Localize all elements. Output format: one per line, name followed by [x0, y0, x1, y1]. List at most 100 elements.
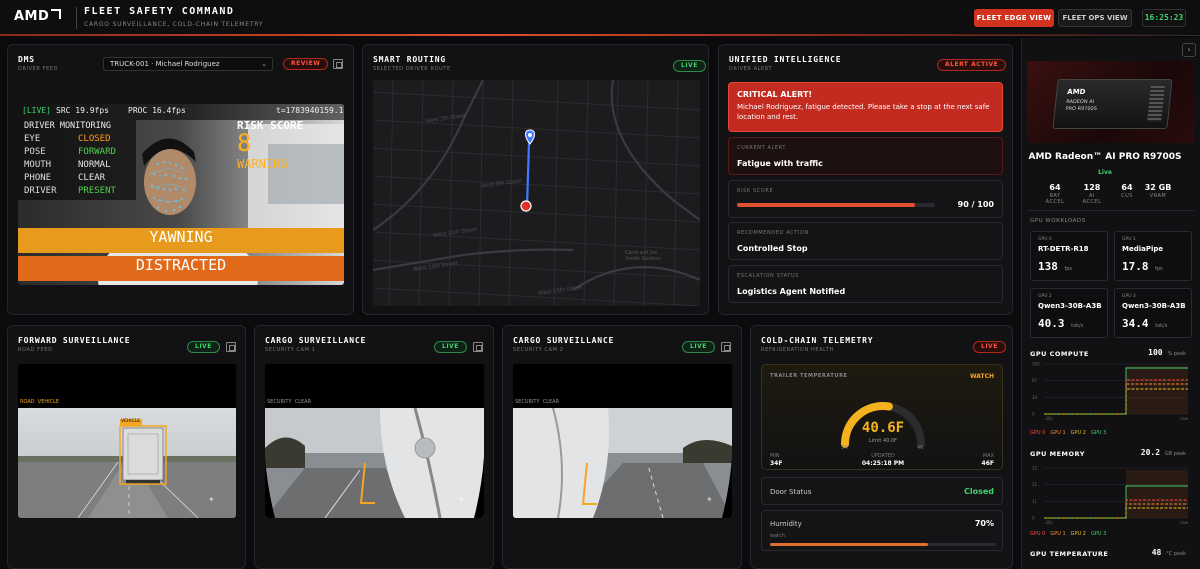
gpu-compute-legend: GPU 0 GPU 1 GPU 2 GPU 3 [1030, 430, 1111, 436]
dms-video-feed: [LIVE] SRC 19.9fps PROC 16.4fps t=178394… [18, 104, 344, 285]
svg-text:✦: ✦ [458, 495, 465, 504]
chart-active-area [1126, 470, 1188, 518]
workload-value: 34.4 tok/s [1122, 317, 1168, 330]
chart-tick-label: 33 [1032, 395, 1038, 400]
trailer-temp-limit: Limit 40.0F [869, 438, 897, 444]
cargo2-live-badge: LIVE [682, 341, 715, 353]
gpu-status: Live [1098, 169, 1112, 176]
driver-select[interactable]: TRUCK-001 · Michael Rodriguez ⌄ [103, 57, 273, 71]
card-fin-detail [1147, 86, 1165, 122]
chart-tick-label: 21 [1032, 482, 1038, 487]
chart-axis-start: -30s [1044, 416, 1053, 420]
cargo2-subtitle: SECURITY CAM 2 [513, 347, 564, 353]
recommended-action-value: Controlled Stop [737, 244, 808, 253]
src-fps: SRC 19.9fps [56, 106, 109, 115]
alert-active-badge: ALERT ACTIVE [937, 59, 1007, 71]
gpu-stat-label: RAY ACCEL [1045, 193, 1065, 205]
map-canvas [373, 80, 700, 306]
cargo1-tags: SECURITY CLEAR [267, 399, 312, 405]
review-badge[interactable]: REVIEW [283, 58, 329, 70]
humidity-bar-track [770, 543, 996, 546]
expand-icon[interactable] [473, 342, 483, 352]
gpu-card-image: AMD RADEON AI PRO R9700S [1052, 79, 1173, 129]
frame-timestamp: t=1783940159.1 [276, 106, 344, 115]
fleet-edge-view-button[interactable]: FLEET EDGE VIEW [974, 9, 1054, 27]
vehicle-box-label: VEHICLE [121, 419, 141, 424]
sidebar-collapse-button[interactable]: › [1182, 43, 1196, 57]
monitoring-value: PRESENT [78, 186, 116, 196]
legend-item: GPU 2 [1070, 531, 1086, 537]
humidity-value: 70% [974, 519, 994, 528]
max-label: MAX [982, 453, 994, 459]
workload-gpu: GPU 1 [1122, 237, 1136, 242]
header-accent-line [0, 34, 1200, 36]
escalation-status-value: Logistics Agent Notified [737, 287, 846, 296]
monitoring-key: MOUTH [24, 160, 52, 170]
fleet-ops-view-button[interactable]: FLEET OPS VIEW [1058, 9, 1132, 27]
chart-tick-label: 0 [1032, 516, 1035, 521]
cargo2-title: CARGO SURVEILLANCE [513, 336, 615, 345]
gpu-workload-card[interactable]: GPU 3 Qwen3-30B-A3B 34.4 tok/s [1114, 288, 1192, 338]
forward-title: FORWARD SURVEILLANCE [18, 336, 131, 345]
forward-subtitle: ROAD FEED [18, 347, 53, 353]
recommended-action-box: RECOMMENDED ACTION Controlled Stop [728, 222, 1003, 260]
gpu-compute-value: 100 % peak [1148, 348, 1186, 357]
expand-icon[interactable] [333, 59, 343, 69]
expand-icon[interactable] [226, 342, 236, 352]
monitoring-value: CLEAR [78, 173, 106, 183]
gpu-memory-chart: 32 21 11 0 -30s now [1032, 466, 1189, 525]
routing-title: SMART ROUTING [373, 55, 447, 64]
humidity-row: Humidity 70% watch [761, 510, 1003, 551]
dms-title: DMS [18, 55, 35, 64]
legend-item: GPU 1 [1050, 430, 1066, 436]
route-start-pin-icon[interactable] [525, 129, 535, 145]
chart-axis-end: now [1180, 520, 1189, 524]
min-value: 34F [770, 460, 783, 467]
destination-marker-icon[interactable] [520, 200, 532, 212]
gpu-compute-chart: 100 67 33 0 -30s now [1032, 362, 1189, 421]
gpu-workloads-label: GPU WORKLOADS [1030, 218, 1086, 224]
workload-value: 40.3 tok/s [1038, 317, 1084, 330]
cargo2-scene: ✦ [513, 408, 732, 518]
cargo1-subtitle: SECURITY CAM 1 [265, 347, 316, 353]
gpu-name: AMD Radeon™ AI PRO R9700S [1028, 152, 1182, 162]
alert-title: CRITICAL ALERT! [737, 90, 813, 99]
route-map[interactable]: West 2th Street West 8th Street West 11th … [373, 80, 700, 306]
gpu-compute-label: GPU COMPUTE [1030, 350, 1089, 358]
expand-icon[interactable] [721, 342, 731, 352]
gpu-workload-card[interactable]: GPU 2 Qwen3-30B-A3B 40.3 tok/s [1030, 288, 1108, 338]
legend-item: GPU 2 [1070, 430, 1086, 436]
coldchain-live-badge: LIVE [973, 341, 1006, 353]
legend-item: GPU 0 [1030, 531, 1046, 537]
forward-video-feed: ✦ ROAD VEHICLE VEHICLE [18, 364, 236, 518]
gpu-workload-card[interactable]: GPU 0 RT-DETR-R18 138 fps [1030, 231, 1108, 281]
coldchain-title: COLD-CHAIN TELEMETRY [761, 336, 874, 345]
monitoring-key: POSE [24, 147, 46, 157]
trailer-temperature-card: TRAILER TEMPERATURE WATCH 40.6F Limit 40… [761, 364, 1003, 470]
workload-name: RT-DETR-R18 [1038, 245, 1089, 253]
clock: 16:25:23 [1142, 9, 1186, 27]
monitoring-value: CLOSED [78, 134, 111, 144]
critical-alert-box: CRITICAL ALERT! Michael Rodriguez, fatig… [728, 82, 1003, 132]
card-model-line-2: PRO R9700S [1065, 106, 1098, 112]
risk-state: WARNING [237, 157, 288, 171]
chart-tick-label: 32 [1032, 466, 1038, 471]
chart-axis-start: -30s [1044, 520, 1053, 524]
gauge-max-label: 46 [917, 445, 924, 451]
risk-score-text: 90 / 100 [957, 200, 994, 209]
gpu-stat-value: 64 [1121, 183, 1133, 192]
door-status-row: Door Status Closed [761, 477, 1003, 505]
amd-logo: AMD [14, 9, 62, 24]
cargo1-title: CARGO SURVEILLANCE [265, 336, 367, 345]
gpu-stat-value: 32 GB [1144, 183, 1172, 192]
cargo2-video-feed: ✦ SECURITY CLEAR [513, 364, 732, 518]
forward-detection-tags: ROAD VEHICLE [20, 399, 60, 405]
coldchain-subtitle: REFRIGERATION HEALTH [761, 347, 834, 353]
sidebar-divider [1027, 210, 1194, 211]
risk-score-box-label: RISK SCORE [737, 188, 774, 194]
gpu-workload-card[interactable]: GPU 1 MediaPipe 17.8 fps [1114, 231, 1192, 281]
risk-score-value: 8 [237, 129, 252, 157]
chart-tick-label: 11 [1032, 499, 1038, 504]
min-label: MIN [770, 453, 780, 459]
workload-value: 17.8 fps [1122, 260, 1163, 273]
